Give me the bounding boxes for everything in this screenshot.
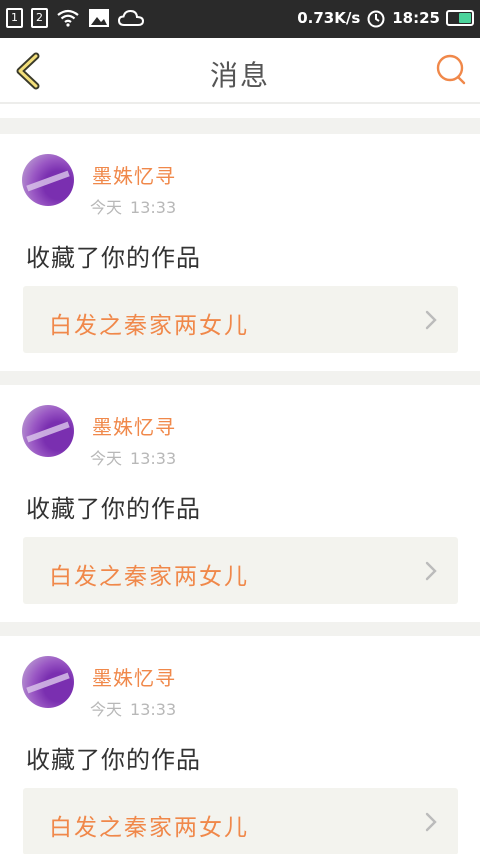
avatar[interactable] [22, 405, 74, 457]
message-clock: 13:33 [130, 700, 177, 719]
status-right: 0.73K/s 18:25 [297, 8, 474, 28]
clock: 18:25 [392, 9, 440, 27]
battery-level [459, 13, 471, 23]
list-divider [0, 371, 480, 385]
search-icon [436, 54, 466, 85]
message-day: 今天 [90, 198, 123, 217]
chevron-right-icon [425, 310, 437, 330]
list-divider [0, 622, 480, 636]
image-icon [89, 9, 109, 27]
username[interactable]: 墨姝忆寻 [92, 662, 176, 691]
sim1-icon: 1 [6, 8, 23, 28]
list-divider [0, 106, 480, 134]
message-day: 今天 [90, 449, 123, 468]
sim2-label: 2 [36, 11, 43, 24]
message-action: 收藏了你的作品 [26, 244, 201, 272]
work-link[interactable]: 白发之秦家两女儿 [23, 788, 458, 854]
message-time: 今天 13:33 [90, 696, 176, 720]
message-clock: 13:33 [130, 449, 177, 468]
chevron-right-icon [425, 812, 437, 832]
work-link[interactable]: 白发之秦家两女儿 [23, 537, 458, 604]
work-title: 白发之秦家两女儿 [49, 564, 249, 590]
avatar[interactable] [22, 656, 74, 708]
avatar[interactable] [22, 154, 74, 206]
message-time: 今天 13:33 [90, 445, 176, 469]
username[interactable]: 墨姝忆寻 [92, 160, 176, 189]
page-title: 消息 [209, 59, 270, 92]
message-clock: 13:33 [130, 198, 177, 217]
message-day: 今天 [90, 700, 123, 719]
work-link[interactable]: 白发之秦家两女儿 [23, 286, 458, 353]
network-speed: 0.73K/s [297, 9, 361, 27]
search-button[interactable] [434, 52, 468, 86]
work-title: 白发之秦家两女儿 [49, 815, 249, 841]
wifi-icon [57, 9, 79, 27]
message-card: 墨姝忆寻 今天 13:33 收藏了你的作品 白发之秦家两女儿 [0, 134, 480, 371]
status-left: 1 2 [6, 8, 144, 28]
alarm-icon [367, 10, 385, 28]
battery-icon [446, 10, 474, 26]
sim2-icon: 2 [31, 8, 48, 28]
header: 消息 [0, 38, 480, 104]
sim1-label: 1 [11, 11, 18, 24]
username[interactable]: 墨姝忆寻 [92, 411, 176, 440]
message-time: 今天 13:33 [90, 194, 176, 218]
message-list: 墨姝忆寻 今天 13:33 收藏了你的作品 白发之秦家两女儿 墨姝忆寻 今天 13:… [0, 106, 480, 854]
cloud-icon [118, 9, 144, 26]
message-action: 收藏了你的作品 [26, 746, 201, 774]
message-action: 收藏了你的作品 [26, 495, 201, 523]
work-title: 白发之秦家两女儿 [49, 313, 249, 339]
status-bar: 1 2 0.73K/s 18:25 [0, 0, 480, 38]
message-card: 墨姝忆寻 今天 13:33 收藏了你的作品 白发之秦家两女儿 [0, 636, 480, 854]
chevron-right-icon [425, 561, 437, 581]
message-card: 墨姝忆寻 今天 13:33 收藏了你的作品 白发之秦家两女儿 [0, 385, 480, 622]
